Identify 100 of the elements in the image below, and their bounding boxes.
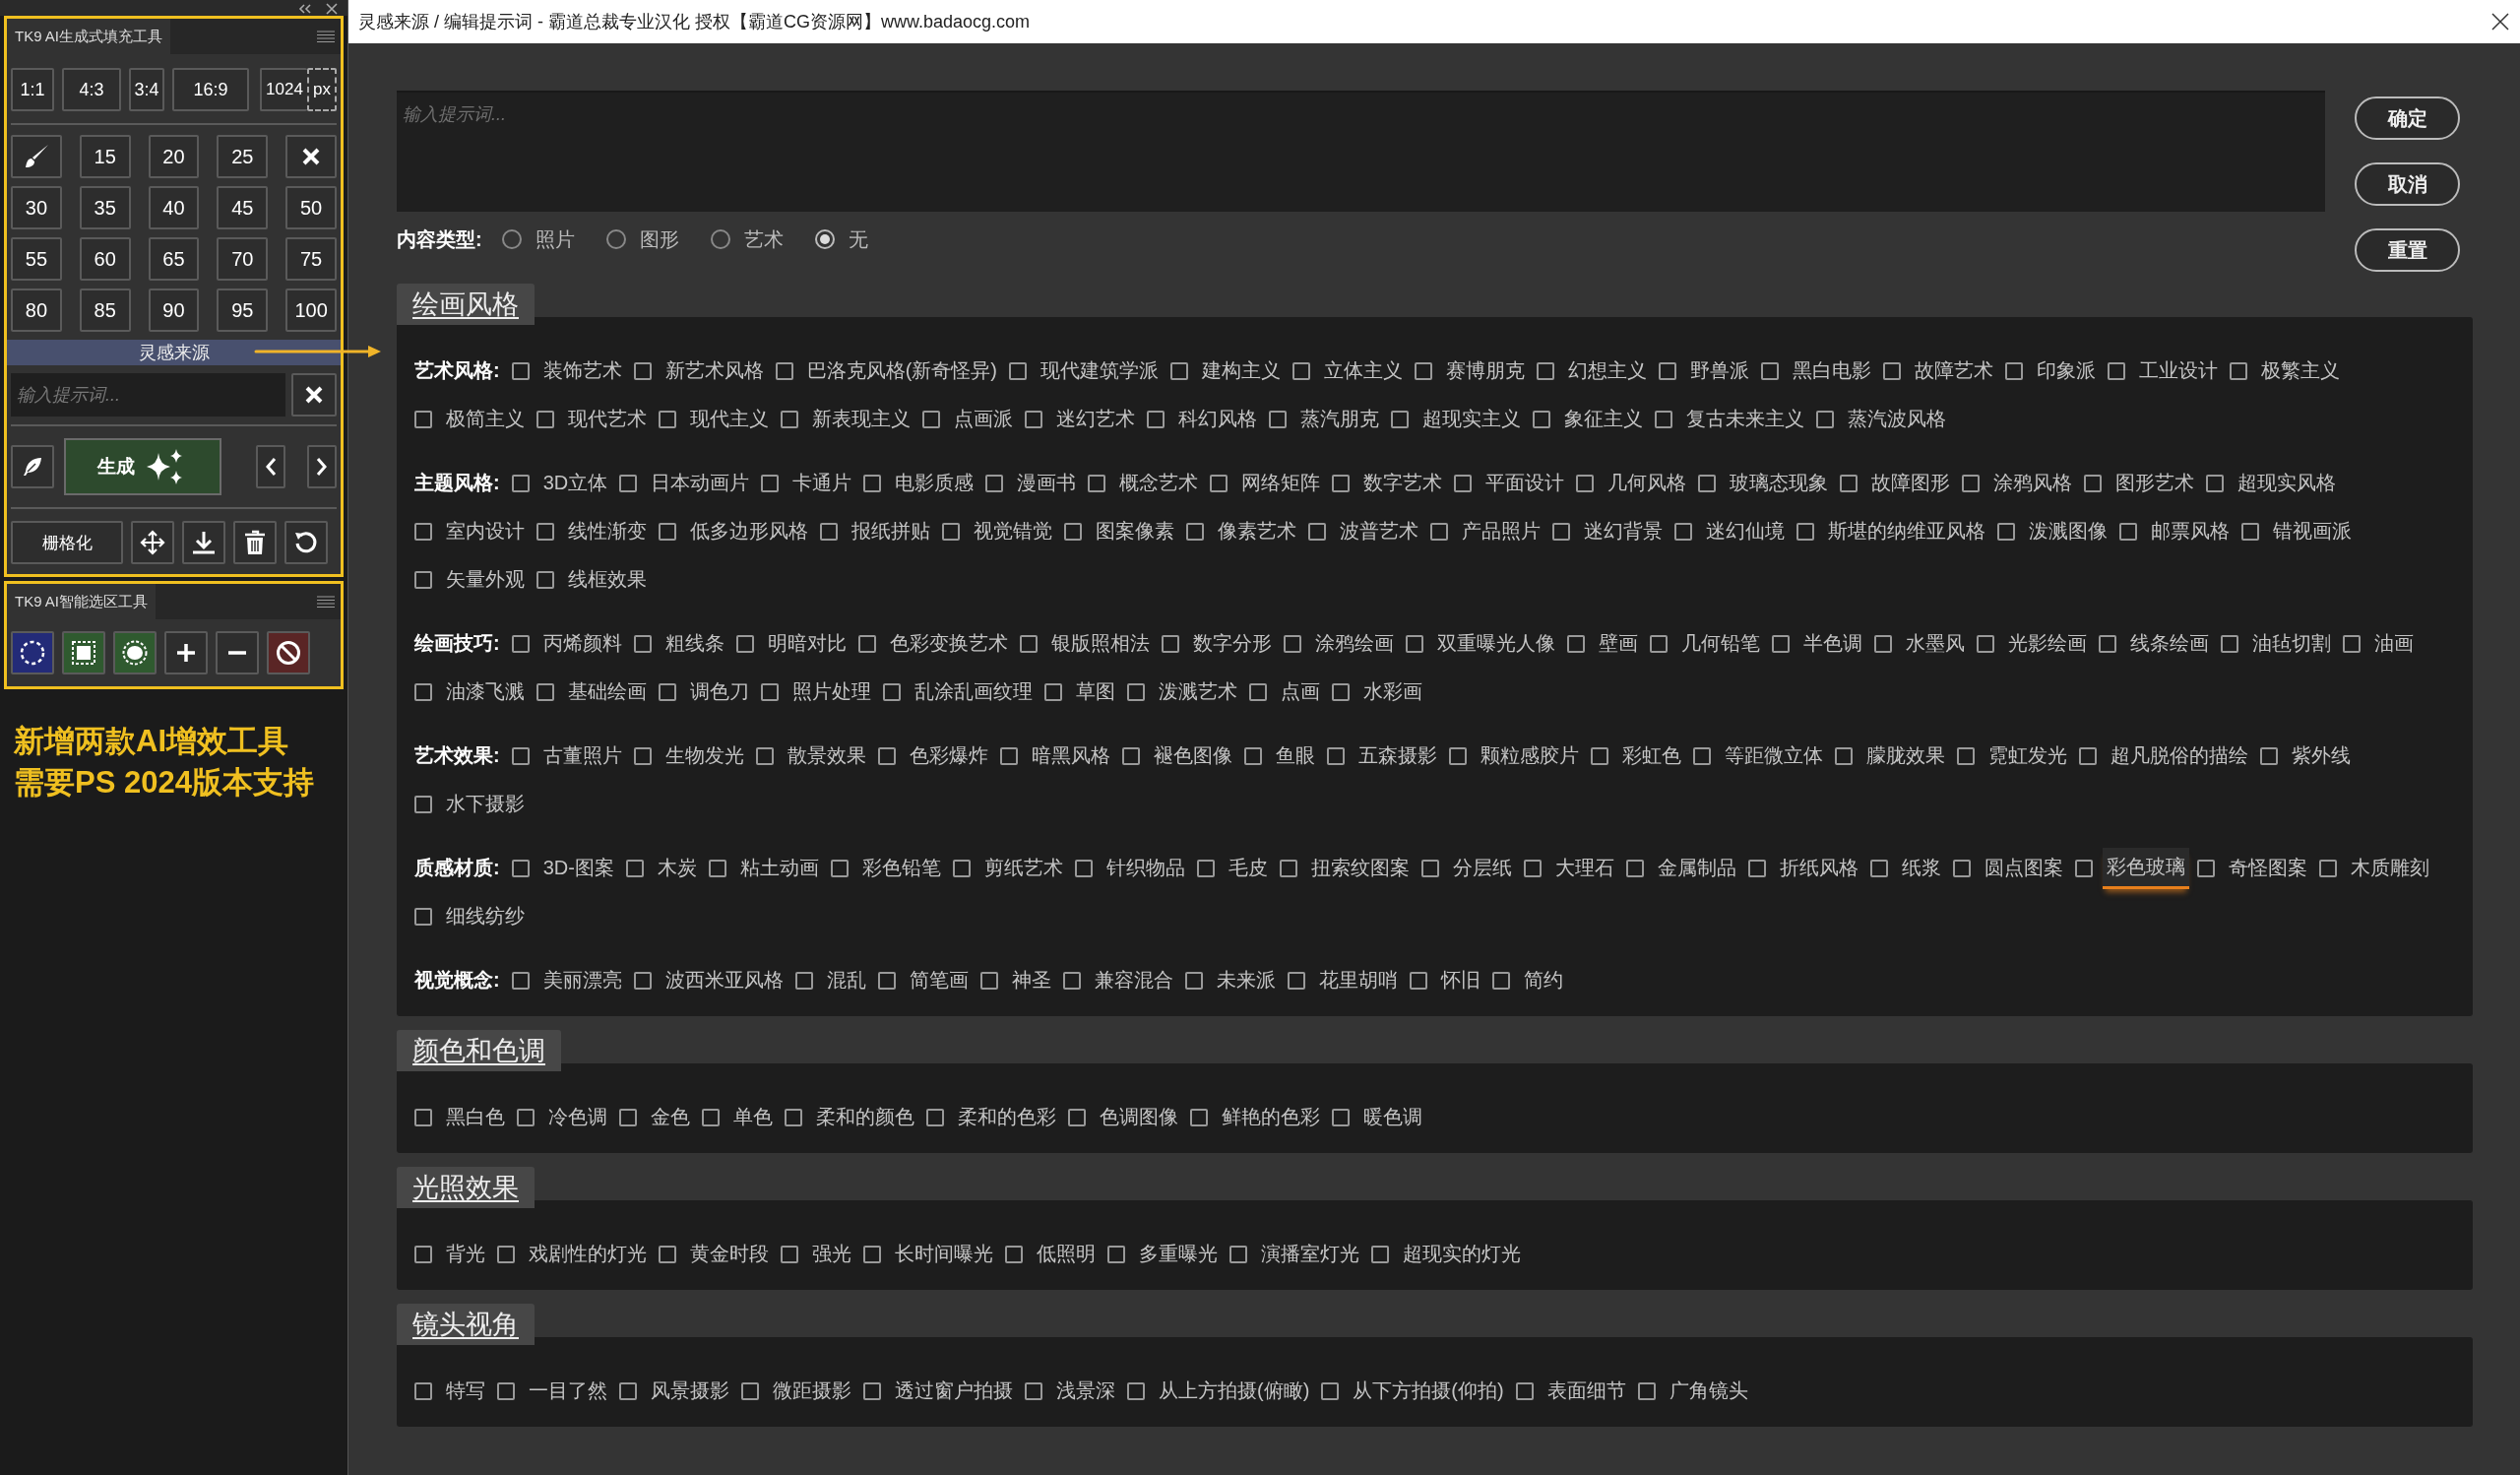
checkbox-label[interactable]: 低照明 bbox=[1033, 1235, 1100, 1273]
checkbox[interactable] bbox=[1566, 634, 1585, 653]
checkbox-label[interactable]: 超现实主义 bbox=[1418, 400, 1525, 438]
ratio-button[interactable]: 1:1 bbox=[11, 68, 54, 111]
checkbox[interactable] bbox=[1655, 410, 1672, 428]
checkbox[interactable] bbox=[2084, 474, 2103, 492]
checkbox-label[interactable]: 广角镜头 bbox=[1665, 1372, 1752, 1410]
checkbox-label[interactable]: 鱼眼 bbox=[1271, 737, 1319, 775]
checkbox[interactable] bbox=[536, 410, 554, 428]
checkbox[interactable] bbox=[1430, 522, 1448, 541]
checkbox[interactable] bbox=[1834, 746, 1853, 765]
size-preset-button[interactable]: 65 bbox=[148, 237, 200, 281]
checkbox[interactable] bbox=[1170, 361, 1188, 380]
checkbox-label[interactable]: 圆点图案 bbox=[1980, 849, 2067, 887]
checkbox-label[interactable]: 强光 bbox=[808, 1235, 855, 1273]
checkbox-label[interactable]: 柔和的颜色 bbox=[812, 1098, 918, 1136]
checkbox-label[interactable]: 网络矩阵 bbox=[1237, 464, 1325, 502]
checkbox-label[interactable]: 特写 bbox=[442, 1372, 489, 1410]
checkbox[interactable] bbox=[497, 1245, 515, 1263]
checkbox[interactable] bbox=[1883, 361, 1901, 380]
checkbox-label[interactable]: 古董照片 bbox=[538, 737, 626, 775]
checkbox-label[interactable]: 风景摄影 bbox=[647, 1372, 733, 1410]
checkbox[interactable] bbox=[1127, 1381, 1145, 1400]
prompt-input[interactable]: 输入提示词... bbox=[11, 373, 285, 417]
checkbox-label[interactable]: 印象派 bbox=[2033, 352, 2100, 390]
radio-option[interactable]: 图形 bbox=[605, 225, 679, 253]
size-preset-button[interactable]: 30 bbox=[11, 186, 62, 229]
checkbox-label[interactable]: 金色 bbox=[647, 1098, 694, 1136]
unit-button[interactable]: px bbox=[307, 68, 337, 111]
checkbox-label[interactable]: 室内设计 bbox=[442, 512, 529, 550]
checkbox[interactable] bbox=[761, 682, 779, 701]
checkbox[interactable] bbox=[1062, 971, 1081, 990]
checkbox-label[interactable]: 大理石 bbox=[1550, 849, 1618, 887]
checkbox-label[interactable]: 霓虹发光 bbox=[1984, 737, 2071, 775]
size-preset-button[interactable]: 100 bbox=[285, 289, 337, 332]
checkbox-label[interactable]: 水下摄影 bbox=[442, 785, 529, 823]
checkbox[interactable] bbox=[1873, 634, 1892, 653]
checkbox-label[interactable]: 图案像素 bbox=[1092, 512, 1178, 550]
checkbox[interactable] bbox=[1332, 474, 1351, 492]
checkbox-label[interactable]: 平面设计 bbox=[1481, 464, 1569, 502]
checkbox-label[interactable]: 五森摄影 bbox=[1354, 737, 1441, 775]
checkbox[interactable] bbox=[741, 1381, 759, 1400]
radio-option[interactable]: 艺术 bbox=[710, 225, 784, 253]
delete-button[interactable] bbox=[233, 521, 277, 564]
checkbox[interactable] bbox=[781, 410, 798, 428]
checkbox[interactable] bbox=[1692, 746, 1711, 765]
checkbox[interactable] bbox=[1371, 1245, 1389, 1263]
checkbox-label[interactable]: 扭索纹图案 bbox=[1306, 849, 1414, 887]
checkbox[interactable] bbox=[1976, 634, 1994, 653]
checkbox[interactable] bbox=[1491, 971, 1510, 990]
checkbox[interactable] bbox=[511, 361, 530, 380]
checkbox-label[interactable]: 超现实的灯光 bbox=[1399, 1235, 1525, 1273]
size-preset-button[interactable]: 20 bbox=[148, 135, 200, 178]
checkbox[interactable] bbox=[1308, 522, 1326, 541]
checkbox[interactable] bbox=[2196, 859, 2215, 877]
size-preset-button[interactable]: 35 bbox=[79, 186, 131, 229]
checkbox-label[interactable]: 几何铅笔 bbox=[1676, 624, 1764, 663]
checkbox[interactable] bbox=[1127, 682, 1145, 701]
checkbox[interactable] bbox=[1956, 746, 1975, 765]
checkbox-label[interactable]: 油漆飞溅 bbox=[442, 673, 529, 711]
size-preset-button[interactable]: 75 bbox=[285, 237, 337, 281]
checkbox-label[interactable]: 彩虹色 bbox=[1617, 737, 1685, 775]
checkbox[interactable] bbox=[659, 410, 676, 428]
checkbox-label[interactable]: 巴洛克风格(新奇怪异) bbox=[802, 352, 1001, 390]
size-preset-button[interactable]: 80 bbox=[11, 289, 62, 332]
checkbox-label[interactable]: 水彩画 bbox=[1359, 673, 1426, 711]
checkbox[interactable] bbox=[1747, 859, 1766, 877]
checkbox[interactable] bbox=[511, 634, 530, 653]
checkbox[interactable] bbox=[497, 1381, 515, 1400]
checkbox-label[interactable]: 蒸汽波风格 bbox=[1844, 400, 1950, 438]
checkbox-label[interactable]: 波普艺术 bbox=[1336, 512, 1422, 550]
checkbox-label[interactable]: 几何风格 bbox=[1604, 464, 1691, 502]
panel-tab[interactable]: TK9 AI生成式填充工具 bbox=[7, 19, 171, 54]
checkbox[interactable] bbox=[2241, 522, 2259, 541]
radio-button[interactable] bbox=[710, 229, 730, 249]
checkbox[interactable] bbox=[2318, 859, 2337, 877]
checkbox[interactable] bbox=[2206, 474, 2225, 492]
close-icon[interactable] bbox=[326, 3, 338, 15]
checkbox[interactable] bbox=[926, 1108, 944, 1126]
checkbox-label[interactable]: 花里胡哨 bbox=[1314, 961, 1402, 999]
checkbox[interactable] bbox=[1074, 859, 1093, 877]
checkbox-label[interactable]: 黄金时段 bbox=[686, 1235, 773, 1273]
checkbox-label[interactable]: 演播室灯光 bbox=[1257, 1235, 1363, 1273]
checkbox-label[interactable]: 迷幻仙境 bbox=[1702, 512, 1789, 550]
checkbox[interactable] bbox=[633, 746, 652, 765]
checkbox[interactable] bbox=[820, 522, 838, 541]
checkbox-label[interactable]: 建构主义 bbox=[1198, 352, 1285, 390]
ratio-button[interactable]: 4:3 bbox=[62, 68, 121, 111]
checkbox-label[interactable]: 现代主义 bbox=[686, 400, 773, 438]
checkbox[interactable] bbox=[1415, 361, 1432, 380]
size-preset-button[interactable]: 85 bbox=[79, 289, 131, 332]
checkbox[interactable] bbox=[2230, 361, 2247, 380]
checkbox-label[interactable]: 黑白色 bbox=[442, 1098, 509, 1136]
checkbox[interactable] bbox=[414, 682, 432, 701]
checkbox-label[interactable]: 浅景深 bbox=[1052, 1372, 1119, 1410]
checkbox[interactable] bbox=[414, 1245, 432, 1263]
checkbox-label[interactable]: 复古未来主义 bbox=[1682, 400, 1808, 438]
checkbox[interactable] bbox=[863, 474, 882, 492]
checkbox-label[interactable]: 极繁主义 bbox=[2257, 352, 2344, 390]
checkbox[interactable] bbox=[2259, 746, 2278, 765]
